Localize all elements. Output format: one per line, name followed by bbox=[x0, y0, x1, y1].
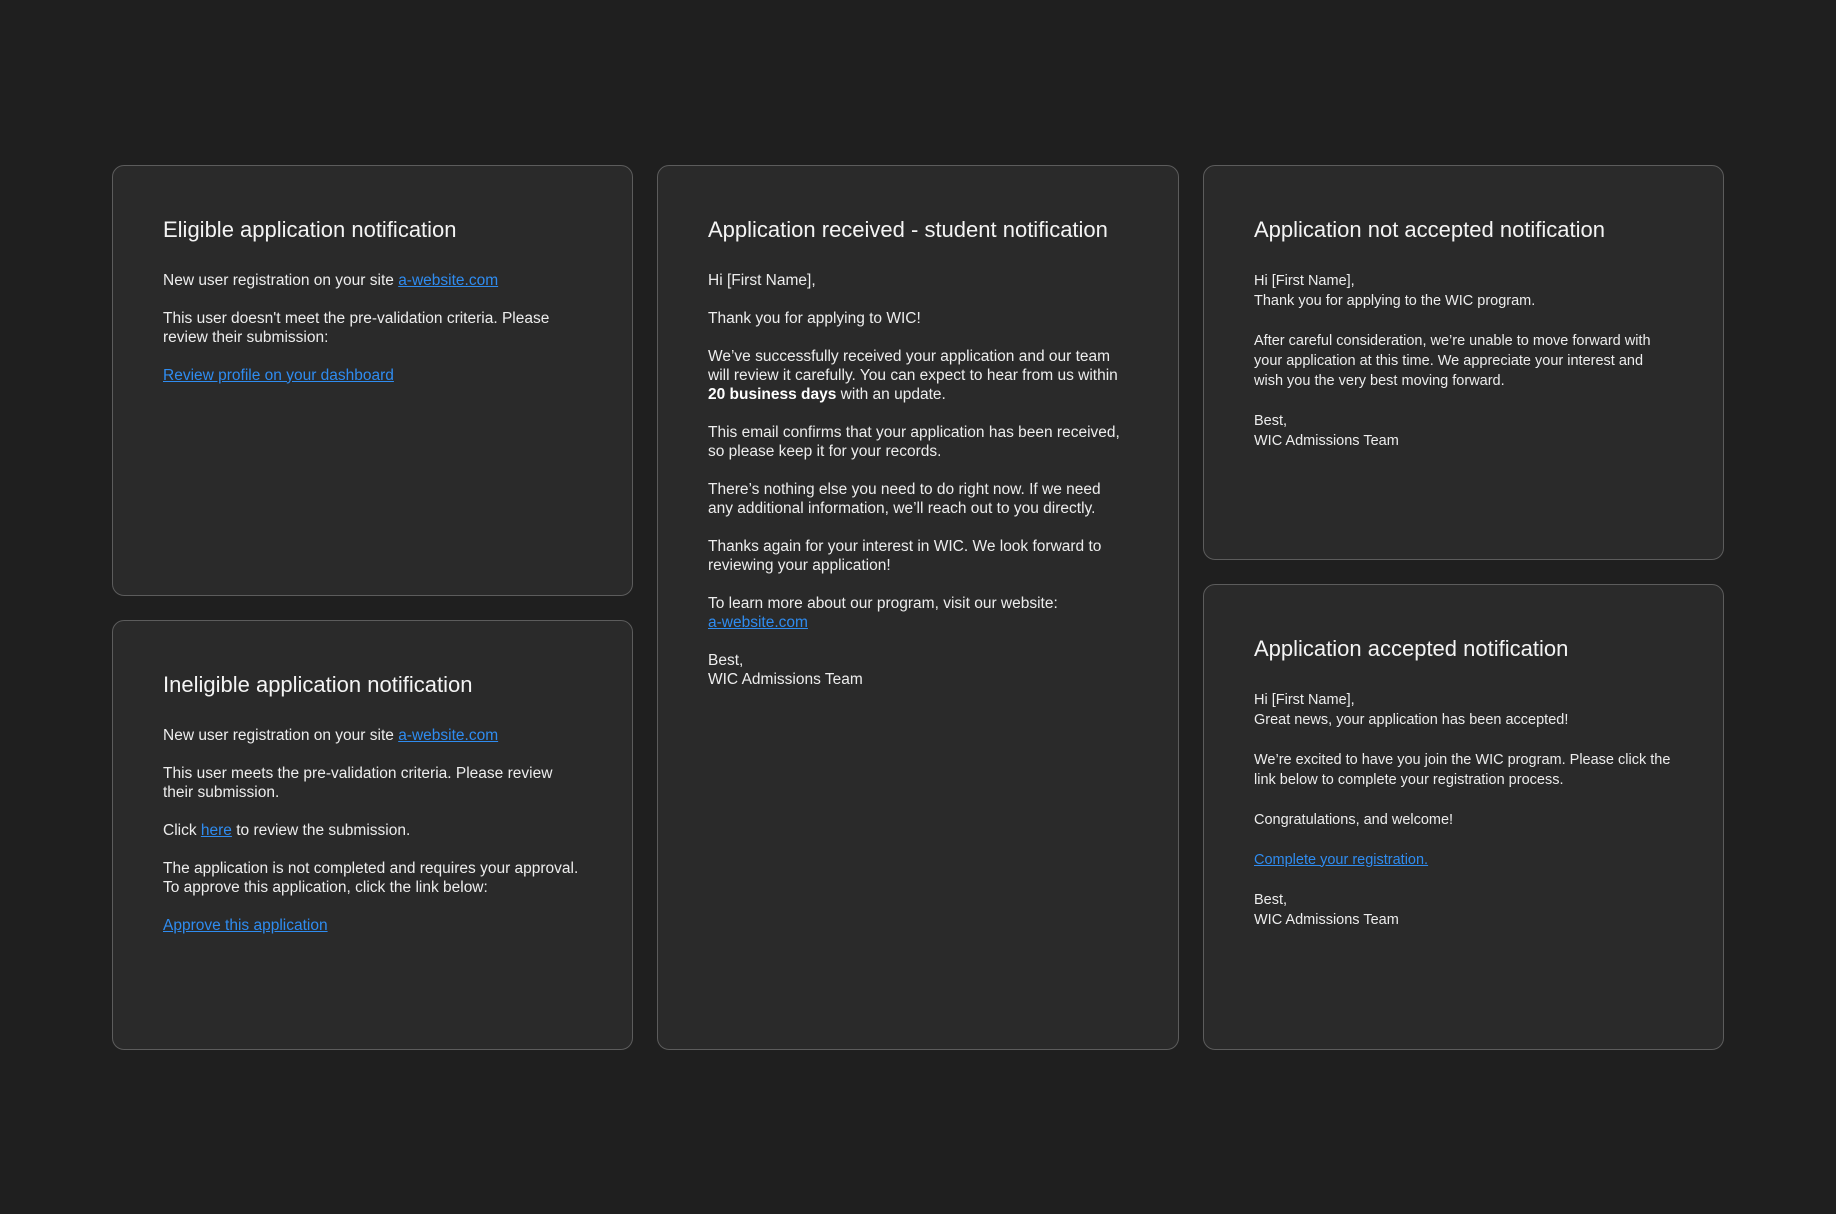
ineligible-criteria-text: This user meets the pre-validation crite… bbox=[163, 764, 553, 801]
not-accepted-notification-card: Application not accepted notification Hi… bbox=[1203, 165, 1724, 560]
review-profile-link[interactable]: Review profile on your dashboard bbox=[163, 367, 394, 384]
accepted-notification-card: Application accepted notification Hi [Fi… bbox=[1203, 584, 1724, 1050]
received-signoff: Best, bbox=[708, 651, 744, 669]
eligible-site-link[interactable]: a-website.com bbox=[398, 272, 498, 289]
accepted-intro: Hi [First Name], Great news, your applic… bbox=[1254, 690, 1673, 730]
ineligible-registration-text: New user registration on your site a-web… bbox=[163, 726, 582, 745]
accepted-signoff: Best, bbox=[1254, 891, 1288, 908]
received-greeting: Hi [First Name], bbox=[708, 271, 816, 289]
eligible-review-paragraph: Review profile on your dashboard bbox=[163, 366, 582, 385]
learn-more-label: To learn more about our program, visit o… bbox=[708, 594, 1058, 612]
received-review-suffix: with an update. bbox=[836, 385, 946, 403]
not-accepted-greeting: Hi [First Name], bbox=[1254, 272, 1355, 289]
accepted-signature: WIC Admissions Team bbox=[1254, 911, 1399, 928]
ineligible-approve-paragraph: Approve this application bbox=[163, 916, 582, 935]
ineligible-approval-text: The application is not completed and req… bbox=[163, 859, 582, 897]
not-accepted-body: After careful consideration, we’re unabl… bbox=[1254, 332, 1651, 389]
received-website-link[interactable]: a-website.com bbox=[708, 614, 808, 631]
received-signature: WIC Admissions Team bbox=[708, 670, 863, 688]
eligible-notification-card: Eligible application notification New us… bbox=[112, 165, 633, 596]
eligible-registration-text: New user registration on your site a-web… bbox=[163, 271, 582, 290]
received-nothing-else-text: There’s nothing else you need to do righ… bbox=[708, 480, 1101, 517]
accepted-great-news: Great news, your application has been ac… bbox=[1254, 711, 1569, 728]
ineligible-card-title: Ineligible application notification bbox=[163, 672, 473, 697]
ineligible-notification-card: Ineligible application notification New … bbox=[112, 620, 633, 1050]
approval-line-2: To approve this application, click the l… bbox=[163, 878, 488, 896]
here-link[interactable]: here bbox=[201, 822, 232, 839]
not-accepted-thanks: Thank you for applying to the WIC progra… bbox=[1254, 292, 1536, 309]
received-card-title: Application received - student notificat… bbox=[708, 217, 1108, 242]
not-accepted-card-title: Application not accepted notification bbox=[1254, 217, 1606, 242]
not-accepted-intro: Hi [First Name], Thank you for applying … bbox=[1254, 271, 1673, 311]
accepted-signature-block: Best, WIC Admissions Team bbox=[1254, 890, 1673, 930]
accepted-card-title: Application accepted notification bbox=[1254, 636, 1569, 661]
ineligible-registration-label: New user registration on your site bbox=[163, 726, 399, 744]
ineligible-site-link[interactable]: a-website.com bbox=[398, 727, 498, 744]
received-learn-more-text: To learn more about our program, visit o… bbox=[708, 594, 1128, 632]
accepted-body: We’re excited to have you join the WIC p… bbox=[1254, 751, 1671, 788]
not-accepted-signoff: Best, bbox=[1254, 412, 1288, 429]
accepted-registration-paragraph: Complete your registration. bbox=[1254, 850, 1673, 870]
received-thanks-again-text: Thanks again for your interest in WIC. W… bbox=[708, 537, 1102, 574]
accepted-greeting: Hi [First Name], bbox=[1254, 691, 1355, 708]
received-review-prefix: We’ve successfully received your applica… bbox=[708, 347, 1118, 384]
complete-registration-link[interactable]: Complete your registration. bbox=[1254, 852, 1428, 868]
ineligible-click-text: Click here to review the submission. bbox=[163, 821, 582, 840]
not-accepted-signature: WIC Admissions Team bbox=[1254, 432, 1399, 449]
received-thanks: Thank you for applying to WIC! bbox=[708, 309, 921, 327]
eligible-registration-label: New user registration on your site bbox=[163, 271, 399, 289]
approval-line-1: The application is not completed and req… bbox=[163, 859, 579, 877]
accepted-congrats: Congratulations, and welcome! bbox=[1254, 811, 1454, 828]
received-notification-card: Application received - student notificat… bbox=[657, 165, 1179, 1050]
eligible-criteria-text: This user doesn't meet the pre-validatio… bbox=[163, 309, 550, 346]
received-review-text: We’ve successfully received your applica… bbox=[708, 347, 1128, 404]
click-prefix: Click bbox=[163, 821, 201, 839]
received-signature-block: Best, WIC Admissions Team bbox=[708, 651, 1128, 689]
approve-application-link[interactable]: Approve this application bbox=[163, 917, 328, 934]
not-accepted-signature-block: Best, WIC Admissions Team bbox=[1254, 411, 1673, 451]
click-suffix: to review the submission. bbox=[231, 821, 411, 839]
eligible-card-title: Eligible application notification bbox=[163, 217, 457, 242]
received-confirmation-text: This email confirms that your applicatio… bbox=[708, 423, 1120, 460]
business-days-emphasis: 20 business days bbox=[708, 385, 837, 403]
